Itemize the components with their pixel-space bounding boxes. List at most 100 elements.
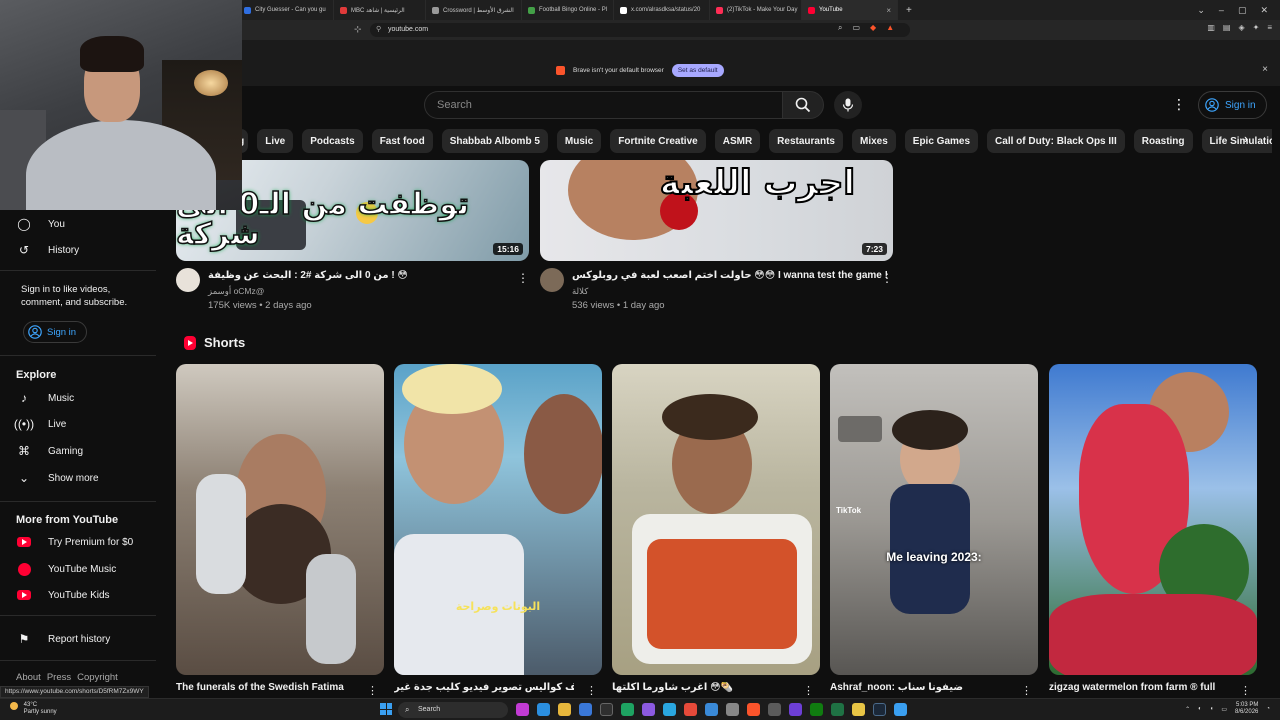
steam-icon[interactable]: [873, 703, 886, 716]
short-menu-kebab-icon[interactable]: ⋮: [1240, 684, 1251, 697]
windows-start-icon[interactable]: [380, 703, 392, 715]
clock[interactable]: 5:03 PM 8/6/2026: [1235, 702, 1258, 716]
site-info-icon[interactable]: ⚲: [376, 23, 381, 37]
new-tab-button[interactable]: +: [898, 5, 920, 16]
filter-chip[interactable]: Life Simulation Games: [1201, 129, 1272, 153]
sidebar-item-music[interactable]: ♪ Music: [16, 387, 74, 409]
sidebar-sign-in-button[interactable]: Sign in: [23, 321, 88, 343]
footer-link-press[interactable]: Press: [47, 672, 71, 683]
filter-chip[interactable]: Podcasts: [302, 129, 363, 153]
minimize-icon[interactable]: –: [1219, 5, 1224, 15]
short-thumbnail[interactable]: [1049, 364, 1257, 675]
network-icon[interactable]: ◐: [1198, 706, 1202, 712]
cast-icon[interactable]: ▭: [852, 23, 860, 33]
browser-tab[interactable]: Football Bingo Online - Pl: [522, 0, 614, 20]
notification-bell-icon[interactable]: ◔: [1266, 706, 1270, 712]
short-menu-kebab-icon[interactable]: ⋮: [367, 684, 378, 697]
filter-chip[interactable]: Fortnite Creative: [610, 129, 706, 153]
close-tab-icon[interactable]: ×: [886, 6, 891, 15]
short-title[interactable]: اغرب شاورما اكلتها 😳🌯: [612, 682, 792, 693]
zoom-icon[interactable]: ⌕: [838, 23, 842, 33]
short-title[interactable]: zigzag watermelon from farm ® full: [1049, 682, 1229, 693]
xbox-icon[interactable]: [810, 703, 823, 716]
browser-tab[interactable]: MBC الرئيسية | شاهد: [334, 0, 426, 20]
short-thumbnail[interactable]: البوتات وصراحة: [394, 364, 602, 675]
filter-chip[interactable]: Restaurants: [769, 129, 843, 153]
app-icon[interactable]: [705, 703, 718, 716]
brave-browser-icon[interactable]: [747, 703, 760, 716]
filter-chip[interactable]: Call of Duty: Black Ops III: [987, 129, 1125, 153]
browser-tab[interactable]: x.com/alrasdksa/status/20: [614, 0, 710, 20]
maximize-icon[interactable]: ▢: [1238, 5, 1247, 16]
edge-browser-icon[interactable]: [537, 703, 550, 716]
filter-chip[interactable]: Mixes: [851, 129, 896, 153]
short-thumbnail[interactable]: [612, 364, 820, 675]
sidebar-item-live[interactable]: ((•)) Live: [14, 413, 66, 435]
app-icon[interactable]: [579, 703, 592, 716]
sidebar-item-history[interactable]: ↺ History: [16, 239, 79, 261]
app-icon[interactable]: [789, 703, 802, 716]
video-menu-kebab-icon[interactable]: ⋮: [881, 271, 893, 285]
filter-chip[interactable]: Shabbab Albomb 5: [441, 129, 548, 153]
app-icon[interactable]: [516, 703, 529, 716]
file-explorer-icon[interactable]: [558, 703, 571, 716]
filter-chip[interactable]: Fast food: [371, 129, 433, 153]
filter-chip[interactable]: Music: [556, 129, 602, 153]
video-thumbnail[interactable]: اجرب اللعبة 7:23: [540, 160, 893, 261]
sidebar-item-you[interactable]: ◯ You: [16, 213, 65, 235]
chrome-icon[interactable]: [684, 703, 697, 716]
sidebar-item-youtube-music[interactable]: YouTube Music: [16, 558, 116, 580]
short-menu-kebab-icon[interactable]: ⋮: [803, 684, 814, 697]
battery-icon[interactable]: ▭: [1221, 706, 1227, 713]
video-title[interactable]: من 0 الى شركة #2 : البحث عن وظيفة ! 😳: [208, 270, 408, 281]
browser-tab[interactable]: Crossword | الشرق الأوسط: [426, 0, 522, 20]
filter-chip[interactable]: Epic Games: [904, 129, 979, 153]
video-channel[interactable]: كلالة: [572, 286, 588, 297]
header-sign-in-button[interactable]: Sign in: [1198, 91, 1267, 119]
short-title[interactable]: خلف كواليس تصوير فيديو كليب جدة غير: [394, 682, 574, 693]
footer-link-about[interactable]: About: [16, 672, 41, 683]
bookmark-icon[interactable]: ⊹: [354, 24, 362, 35]
menu-icon[interactable]: ≡: [1267, 23, 1272, 32]
close-window-icon[interactable]: ✕: [1260, 5, 1268, 16]
vpn-icon[interactable]: ◈: [1238, 23, 1244, 32]
browser-tab[interactable]: (2)TikTok - Make Your Day: [710, 0, 802, 20]
voice-search-button[interactable]: [834, 91, 862, 119]
excel-icon[interactable]: [831, 703, 844, 716]
tray-chevron-icon[interactable]: ⌃: [1185, 706, 1190, 713]
brave-rewards-icon[interactable]: ▲: [886, 23, 894, 33]
weather-widget[interactable]: 43°C Partly sunny: [10, 702, 57, 716]
sidebar-item-show-more[interactable]: ⌄ Show more: [16, 467, 99, 489]
volume-icon[interactable]: ◖: [1210, 706, 1214, 712]
filter-chip[interactable]: Live: [257, 129, 294, 153]
tab-list-chevron-icon[interactable]: ⌄: [1197, 5, 1205, 16]
short-thumbnail[interactable]: TikTok Me leaving 2023:: [830, 364, 1038, 675]
short-title[interactable]: The funerals of the Swedish Fatima: [176, 682, 356, 693]
video-channel[interactable]: أوسمز oCMz@: [208, 286, 264, 297]
discord-icon[interactable]: [642, 703, 655, 716]
extensions-icon[interactable]: ✦: [1253, 23, 1260, 32]
brave-shields-icon[interactable]: ◆: [870, 23, 876, 33]
settings-kebab-icon[interactable]: ⋮: [1172, 96, 1186, 113]
video-title[interactable]: حاولت اختم اصعب لعبة في روبلوكس 😳😳 I wan…: [572, 270, 888, 281]
filter-chip[interactable]: ASMR: [714, 129, 761, 153]
filter-chip[interactable]: Roasting: [1133, 129, 1193, 153]
app-icon[interactable]: [894, 703, 907, 716]
search-button[interactable]: [782, 91, 824, 119]
short-title[interactable]: Ashraf_noon: ضيفونا سناب: [830, 682, 1010, 693]
app-icon[interactable]: [726, 703, 739, 716]
channel-avatar[interactable]: [176, 268, 200, 292]
video-menu-kebab-icon[interactable]: ⋮: [517, 271, 529, 285]
taskbar-search[interactable]: ⌕ Search: [398, 702, 508, 718]
set-as-default-button[interactable]: Set as default: [671, 64, 724, 77]
channel-avatar[interactable]: [540, 268, 564, 292]
close-notice-button[interactable]: ×: [1262, 64, 1268, 75]
sidebar-item-youtube-kids[interactable]: YouTube Kids: [16, 584, 110, 606]
sidebar-item-premium[interactable]: Try Premium for $0: [16, 531, 133, 553]
app-icon[interactable]: [768, 703, 781, 716]
browser-tab[interactable]: YouTube ×: [802, 0, 898, 20]
short-menu-kebab-icon[interactable]: ⋮: [1021, 684, 1032, 697]
short-thumbnail[interactable]: [176, 364, 384, 675]
footer-link-copyright[interactable]: Copyright: [77, 672, 118, 683]
search-input[interactable]: Search: [424, 91, 782, 119]
